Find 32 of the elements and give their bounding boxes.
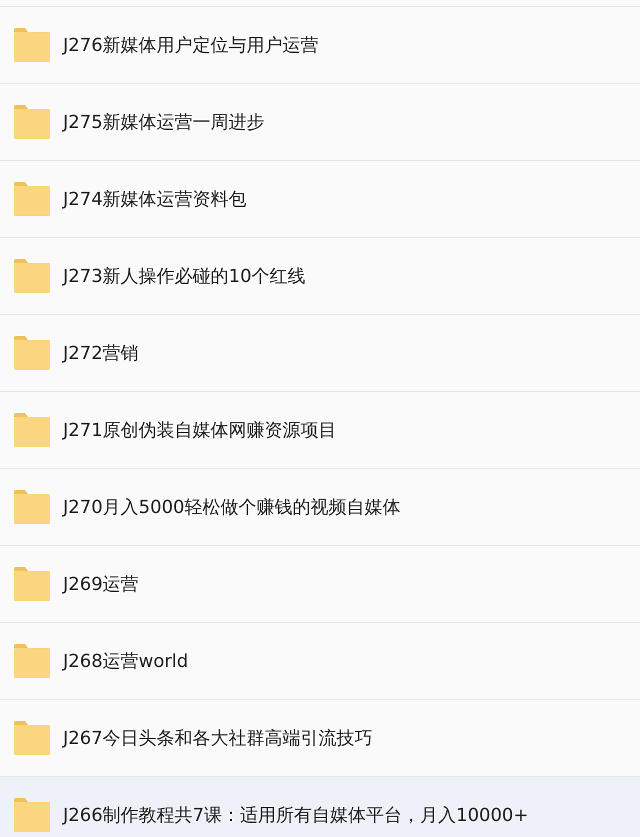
folder-row[interactable]: J276新媒体用户定位与用户运营 xyxy=(0,7,640,84)
folder-row[interactable]: J272营销 xyxy=(0,315,640,392)
folder-name: J271原创伪装自媒体网赚资源项目 xyxy=(63,419,337,442)
folder-row[interactable]: J269运营 xyxy=(0,546,640,623)
folder-row[interactable]: J268运营world xyxy=(0,623,640,700)
folder-icon xyxy=(14,413,50,447)
folder-name: J276新媒体用户定位与用户运营 xyxy=(63,34,319,57)
folder-row[interactable]: J270月入5000轻松做个赚钱的视频自媒体 xyxy=(0,469,640,546)
folder-icon xyxy=(14,336,50,370)
folder-icon xyxy=(14,28,50,62)
folder-row[interactable]: J274新媒体运营资料包 xyxy=(0,161,640,238)
folder-icon xyxy=(14,721,50,755)
folder-icon xyxy=(14,105,50,139)
folder-icon xyxy=(14,490,50,524)
folder-row[interactable]: J266制作教程共7课：适用所有自媒体平台，月入10000+ xyxy=(0,777,640,837)
folder-name: J272营销 xyxy=(63,342,139,365)
folder-name: J270月入5000轻松做个赚钱的视频自媒体 xyxy=(63,496,400,519)
folder-name: J269运营 xyxy=(63,573,139,596)
folder-icon xyxy=(14,798,50,832)
folder-row[interactable]: J275新媒体运营一周进步 xyxy=(0,84,640,161)
folder-icon xyxy=(14,182,50,216)
folder-icon xyxy=(14,259,50,293)
folder-name: J268运营world xyxy=(63,650,188,673)
folder-name: J273新人操作必碰的10个红线 xyxy=(63,265,306,288)
folder-name: J274新媒体运营资料包 xyxy=(63,188,247,211)
folder-row[interactable]: J273新人操作必碰的10个红线 xyxy=(0,238,640,315)
folder-row[interactable]: J271原创伪装自媒体网赚资源项目 xyxy=(0,392,640,469)
folder-icon xyxy=(14,567,50,601)
folder-icon xyxy=(14,644,50,678)
folder-name: J266制作教程共7课：适用所有自媒体平台，月入10000+ xyxy=(63,804,528,827)
folder-name: J275新媒体运营一周进步 xyxy=(63,111,265,134)
folder-name: J267今日头条和各大社群高端引流技巧 xyxy=(63,727,373,750)
